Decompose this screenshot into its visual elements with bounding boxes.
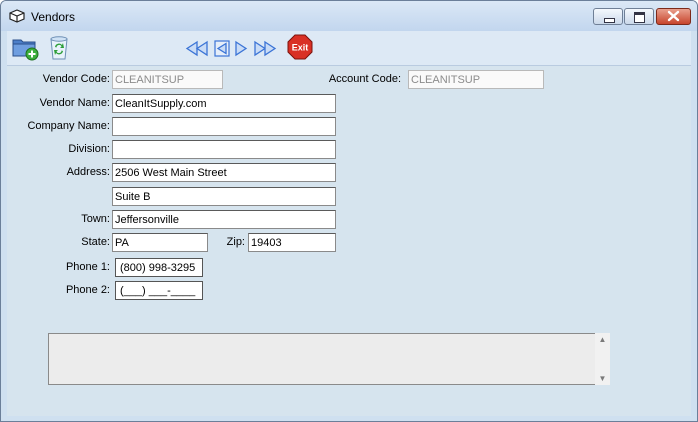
next-record-icon[interactable] <box>235 40 248 57</box>
vendor-code-label: Vendor Code: <box>42 73 110 85</box>
phone1-field[interactable] <box>115 258 203 277</box>
previous-record-icon[interactable] <box>214 40 230 57</box>
close-icon <box>667 10 680 22</box>
app-icon <box>9 9 25 23</box>
maximize-icon <box>634 12 645 23</box>
toolbar: Exit <box>7 31 691 66</box>
phone2-label: Phone 2: <box>65 284 110 296</box>
title-bar[interactable]: Vendors <box>1 1 697 31</box>
state-label: State: <box>81 236 110 248</box>
minimize-icon <box>604 18 615 23</box>
vendor-code-field[interactable] <box>112 70 223 89</box>
zip-field[interactable] <box>248 233 336 252</box>
state-field[interactable] <box>112 233 208 252</box>
zip-label: Zip: <box>226 236 245 248</box>
vendor-name-field[interactable] <box>112 94 336 113</box>
exit-label: Exit <box>292 43 309 53</box>
phone2-field[interactable] <box>115 281 203 300</box>
window-title: Vendors <box>31 10 76 24</box>
add-folder-icon[interactable] <box>11 33 39 61</box>
division-label: Division: <box>68 143 110 155</box>
first-record-icon[interactable] <box>185 40 208 57</box>
town-label: Town: <box>81 213 110 225</box>
address-line2-field[interactable] <box>112 187 336 206</box>
scroll-up-icon[interactable]: ▲ <box>595 335 610 344</box>
company-name-label: Company Name: <box>27 120 110 132</box>
account-code-label: Account Code: <box>328 73 401 85</box>
account-code-field[interactable] <box>408 70 544 89</box>
maximize-button[interactable] <box>624 8 654 25</box>
company-name-field[interactable] <box>112 117 336 136</box>
division-field[interactable] <box>112 140 336 159</box>
address-label: Address: <box>66 166 110 178</box>
vendor-name-label: Vendor Name: <box>39 97 110 109</box>
minimize-button[interactable] <box>593 8 623 25</box>
exit-button[interactable]: Exit <box>286 33 314 61</box>
address-line1-field[interactable] <box>112 163 336 182</box>
memo-scrollbar[interactable]: ▲ ▼ <box>595 333 610 385</box>
vendor-form: Vendor Code: Account Code: Vendor Name: … <box>7 66 691 416</box>
record-navigator <box>185 40 277 57</box>
town-field[interactable] <box>112 210 336 229</box>
vendors-window: Vendors Exit Vendor Code: CLEANITSUP Acc… <box>0 0 698 422</box>
phone1-label: Phone 1: <box>65 261 110 273</box>
scroll-down-icon[interactable]: ▼ <box>595 374 610 383</box>
recycle-bin-icon[interactable] <box>45 33 73 61</box>
last-record-icon[interactable] <box>254 40 277 57</box>
notes-memo[interactable] <box>48 333 610 385</box>
close-button[interactable] <box>656 8 691 25</box>
